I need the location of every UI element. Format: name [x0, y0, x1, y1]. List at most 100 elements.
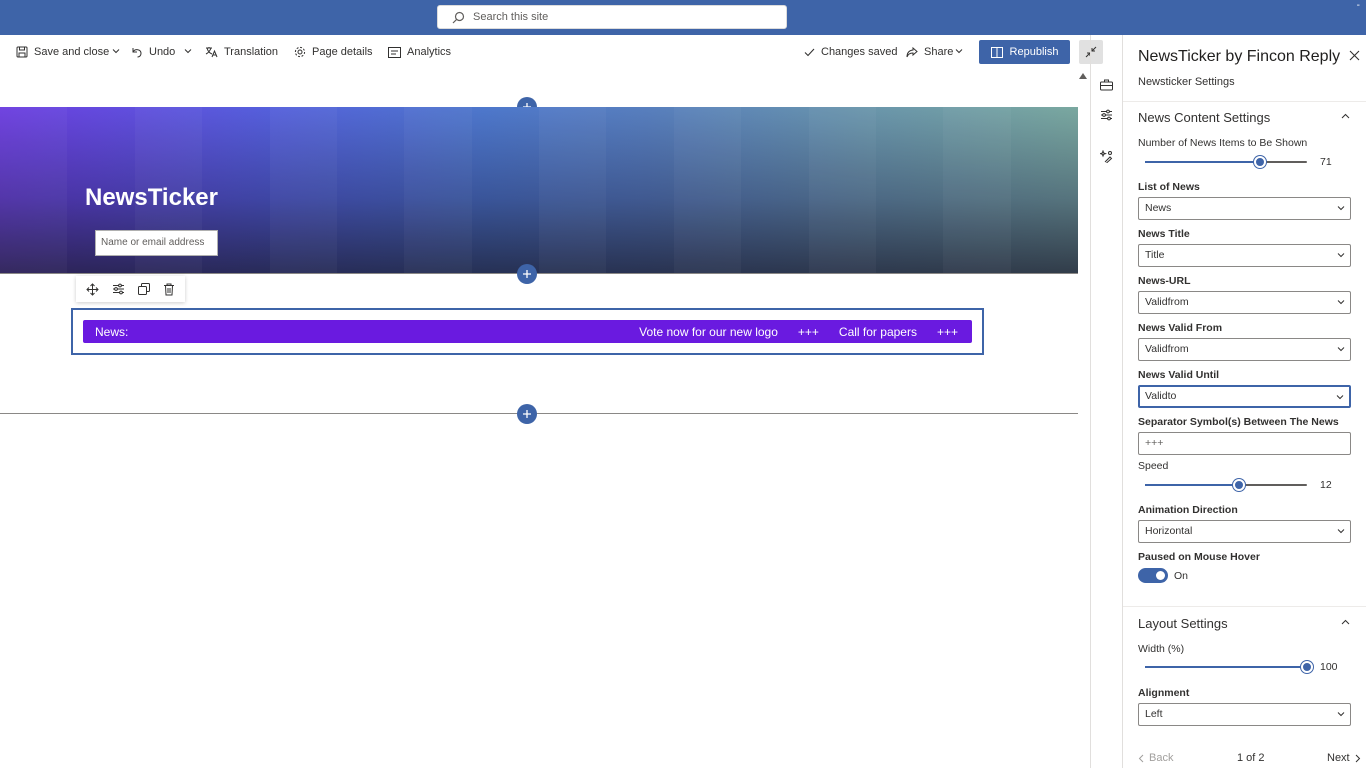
collapse-icon — [1085, 46, 1097, 58]
chevron-down-icon — [1337, 529, 1345, 534]
ticker-item[interactable]: Call for papers — [839, 325, 917, 339]
duplicate-icon[interactable] — [137, 283, 150, 295]
delete-icon[interactable] — [163, 283, 175, 296]
chevron-down-icon — [1337, 300, 1345, 305]
list-of-news-label: List of News — [1138, 181, 1200, 193]
pause-hover-toggle[interactable] — [1138, 568, 1168, 583]
dropdown-value: Title — [1145, 249, 1165, 261]
valid-until-dropdown[interactable]: Validto — [1138, 385, 1351, 408]
changes-saved-status: Changes saved — [804, 44, 897, 60]
pane-divider — [1090, 35, 1091, 768]
toolbox-icon[interactable] — [1099, 78, 1113, 92]
undo-button[interactable]: Undo — [131, 44, 175, 60]
translation-button[interactable]: Translation — [205, 44, 278, 60]
news-title-dropdown[interactable]: Title — [1138, 244, 1351, 267]
republish-label: Republish — [1009, 46, 1059, 58]
dropdown-value: Horizontal — [1145, 525, 1193, 537]
news-url-dropdown[interactable]: Validfrom — [1138, 291, 1351, 314]
analytics-button[interactable]: Analytics — [388, 44, 451, 60]
property-pane: NewsTicker by Fincon Reply Newsticker Se… — [1122, 35, 1366, 768]
site-search-box[interactable]: Search this site — [437, 5, 787, 29]
news-title-label: News Title — [1138, 228, 1190, 240]
width-slider[interactable] — [1145, 661, 1313, 673]
speed-label: Speed — [1138, 460, 1169, 472]
analytics-label: Analytics — [407, 46, 452, 58]
close-icon[interactable] — [1349, 50, 1360, 61]
width-value: 100 — [1320, 661, 1338, 673]
width-label: Width (%) — [1138, 643, 1185, 655]
save-and-close-button[interactable]: Save and close — [16, 44, 109, 60]
minimize-icon[interactable]: - — [1357, 0, 1360, 11]
gear-icon — [294, 46, 306, 58]
newsticker-webpart[interactable]: News: Vote now for our new logo +++ Call… — [71, 308, 984, 355]
move-icon[interactable] — [86, 282, 100, 296]
share-button[interactable]: Share — [906, 44, 953, 60]
ticker-item[interactable]: Vote now for our new logo — [639, 325, 778, 339]
page-indicator: 1 of 2 — [1237, 752, 1265, 764]
ticker-separator: +++ — [797, 325, 819, 339]
back-button[interactable]: Back — [1138, 752, 1173, 764]
chevron-up-icon[interactable] — [1341, 113, 1350, 119]
checkmark-icon — [804, 48, 815, 56]
translation-label: Translation — [224, 46, 279, 58]
ticker-items: Vote now for our new logo +++ Call for p… — [639, 325, 958, 339]
animation-direction-dropdown[interactable]: Horizontal — [1138, 520, 1351, 543]
translation-icon — [205, 47, 218, 58]
num-items-slider[interactable] — [1145, 156, 1307, 168]
chevron-down-icon — [1336, 395, 1344, 400]
command-bar: Save and close Undo Translation Page det… — [0, 35, 1090, 69]
next-button[interactable]: Next — [1327, 752, 1361, 764]
alignment-label: Alignment — [1138, 687, 1190, 699]
page-details-label: Page details — [312, 46, 373, 58]
content-settings-group-header[interactable]: News Content Settings — [1138, 110, 1270, 125]
pause-hover-label: Paused on Mouse Hover — [1138, 551, 1260, 563]
add-section-button[interactable] — [517, 404, 537, 424]
dropdown-value: Validto — [1145, 390, 1177, 402]
undo-label: Undo — [149, 46, 176, 58]
chevron-down-icon[interactable] — [955, 48, 963, 54]
people-picker-input[interactable]: Name or email address — [95, 230, 218, 256]
pane-separator — [1123, 101, 1366, 102]
section-divider — [0, 413, 1078, 414]
separator-label: Separator Symbol(s) Between The News — [1138, 416, 1339, 428]
book-icon — [990, 46, 1003, 58]
page-details-button[interactable]: Page details — [294, 44, 373, 60]
hero-banner: NewsTicker Name or email address — [0, 107, 1078, 273]
news-ticker-bar[interactable]: News: Vote now for our new logo +++ Call… — [83, 320, 972, 343]
republish-button[interactable]: Republish — [979, 40, 1070, 64]
separator-input[interactable]: +++ — [1138, 432, 1351, 455]
alignment-dropdown[interactable]: Left — [1138, 703, 1351, 726]
scroll-up-arrow[interactable] — [1079, 73, 1087, 79]
valid-from-label: News Valid From — [1138, 322, 1223, 334]
valid-from-dropdown[interactable]: Validfrom — [1138, 338, 1351, 361]
pause-hover-state: On — [1174, 570, 1189, 582]
layout-settings-group-header[interactable]: Layout Settings — [1138, 616, 1228, 631]
num-items-label: Number of News Items to Be Shown — [1138, 137, 1308, 149]
list-of-news-dropdown[interactable]: News — [1138, 197, 1351, 220]
section-divider — [0, 273, 1078, 274]
design-ideas-icon[interactable] — [1099, 149, 1113, 163]
dropdown-value: News — [1145, 202, 1172, 214]
chevron-down-icon[interactable] — [112, 48, 120, 54]
num-items-value: 71 — [1320, 156, 1332, 168]
speed-slider[interactable] — [1145, 479, 1307, 491]
animation-direction-label: Animation Direction — [1138, 504, 1238, 516]
chevron-down-icon — [1337, 253, 1345, 258]
ticker-separator: +++ — [936, 325, 958, 339]
ticker-label: News: — [95, 325, 129, 339]
analytics-icon — [388, 46, 401, 58]
search-placeholder: Search this site — [473, 11, 549, 23]
page-title[interactable]: NewsTicker — [85, 184, 218, 212]
save-and-close-label: Save and close — [34, 46, 110, 58]
news-url-label: News-URL — [1138, 275, 1191, 287]
edit-properties-icon[interactable] — [112, 283, 125, 295]
chevron-up-icon[interactable] — [1341, 619, 1350, 625]
valid-until-label: News Valid Until — [1138, 369, 1220, 381]
properties-icon[interactable] — [1099, 108, 1113, 122]
chevron-right-icon — [1355, 754, 1360, 762]
changes-saved-label: Changes saved — [821, 46, 898, 58]
speed-value: 12 — [1320, 479, 1332, 491]
dropdown-value: Left — [1145, 708, 1163, 720]
collapse-pane-button[interactable] — [1079, 40, 1103, 64]
chevron-down-icon[interactable] — [184, 48, 192, 54]
